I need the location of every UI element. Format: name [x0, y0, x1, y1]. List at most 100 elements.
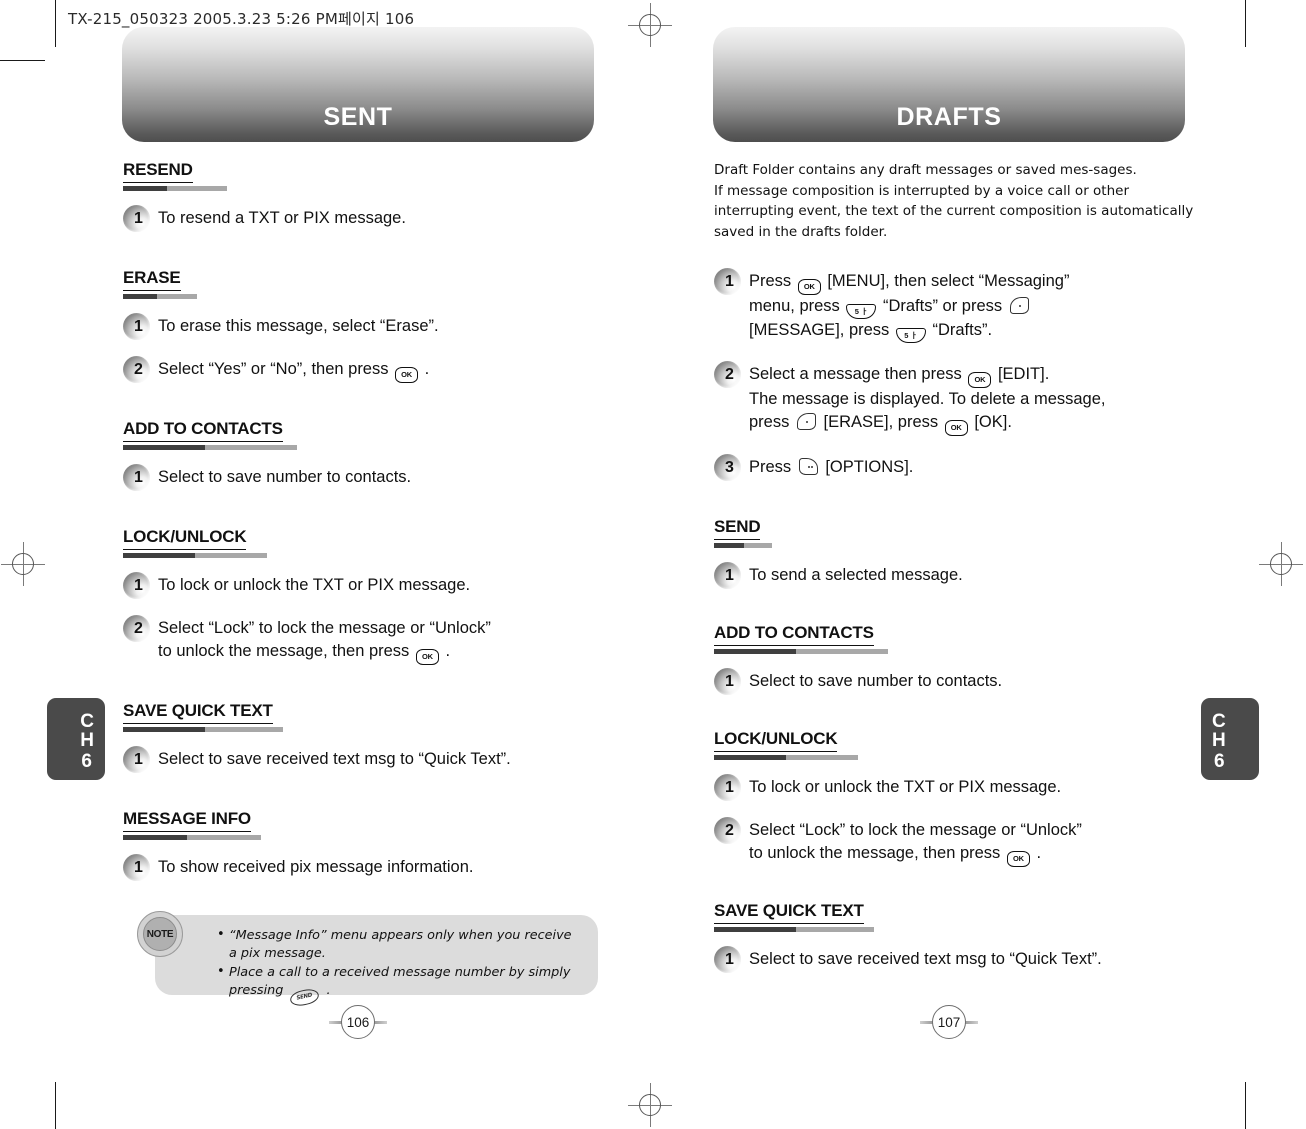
step-text: To show received pix message information… [158, 858, 474, 876]
left-soft-key-icon [796, 413, 816, 430]
section-title: SAVE QUICK TEXT [123, 701, 273, 724]
crop-mark-top-right-vertical [1245, 0, 1247, 47]
note-list: “Message Info” menu appears only when yo… [155, 915, 598, 1019]
step-text: Select to save received text msg to “Qui… [158, 750, 511, 768]
banner-sent-title: SENT [323, 103, 393, 131]
step-number-badge: 1 [122, 853, 151, 882]
crop-mark-bottom-right-vertical [1245, 1082, 1247, 1129]
number-5-key-icon: 5 ㅏ [846, 304, 877, 319]
instruction-step: 2 Select “Lock” to lock the message or “U… [713, 816, 1214, 867]
step-text: Select to save received text msg to “Qui… [749, 950, 1102, 968]
right-page-content: Draft Folder contains any draft messages… [713, 160, 1214, 974]
instruction-step: 1 To lock or unlock the TXT or PIX messag… [713, 773, 1214, 802]
step-number: 1 [134, 577, 143, 594]
step-text: To lock or unlock the TXT or PIX message… [749, 778, 1062, 796]
section-rule [123, 294, 613, 299]
registration-mark-top-center [628, 3, 672, 47]
section-title: ERASE [123, 268, 181, 291]
instruction-step: 1 Press OK [MENU], then select “Messaging… [713, 267, 1214, 343]
chapter-tab-right-label: C H [1212, 711, 1226, 751]
step-number-badge: 2 [122, 614, 151, 643]
section-rule [714, 755, 1214, 760]
chapter-tab-left-number: 6 [81, 751, 92, 772]
registration-mark-left-center [1, 542, 45, 586]
step-text: To resend a TXT or PIX message. [158, 209, 406, 227]
section-title: ADD TO CONTACTS [123, 419, 283, 442]
step-text: Select to save number to contacts. [158, 468, 412, 486]
step-number: 1 [134, 318, 143, 335]
ok-key-icon: OK [395, 367, 419, 383]
right-soft-key-icon [798, 458, 818, 475]
ok-key-icon: OK [415, 649, 439, 665]
step-text: Press OK [MENU], then select “Messaging”… [749, 268, 1069, 343]
manual-section: LOCK/UNLOCK 1 To lock or unlock the TXT or… [713, 729, 1214, 867]
step-number: 2 [134, 620, 143, 637]
crop-mark-bottom-left-vertical [55, 1082, 57, 1129]
step-number: 2 [725, 366, 734, 383]
registration-mark-bottom-center [628, 1083, 672, 1127]
manual-section: MESSAGE INFO 1 To show received pix messag… [122, 809, 613, 882]
step-number-badge: 1 [122, 463, 151, 492]
drafts-intro-paragraph: Draft Folder contains any draft messages… [714, 162, 1194, 240]
step-number: 1 [134, 859, 143, 876]
note-icon-label: NOTE [146, 928, 174, 940]
step-number-badge: 1 [122, 571, 151, 600]
step-number-badge: 1 [713, 267, 742, 296]
manual-section: ADD TO CONTACTS 1 Select to save number to… [122, 419, 613, 492]
instruction-step: 2 Select a message then press OK [EDIT]. T… [713, 360, 1214, 436]
banner-drafts-title: DRAFTS [896, 103, 1002, 131]
step-text: Select to save number to contacts. [749, 672, 1003, 690]
manual-page-spread: TX-215_050323 2005.3.23 5:26 PM페이지 106 C… [0, 0, 1306, 1129]
section-title: MESSAGE INFO [123, 809, 251, 832]
section-rule [714, 649, 1214, 654]
step-number: 2 [134, 361, 143, 378]
step-text: Select “Yes” or “No”, then press OK . [158, 356, 429, 383]
page-number-right-value: 107 [932, 1005, 966, 1039]
ok-key-icon: OK [797, 279, 821, 295]
number-5-key-icon: 5 ㅏ [895, 328, 926, 343]
step-number-badge: 1 [122, 745, 151, 774]
instruction-step: 1 Select to save number to contacts. [713, 667, 1214, 696]
print-file-stamp: TX-215_050323 2005.3.23 5:26 PM페이지 106 [68, 10, 415, 28]
section-rule [714, 927, 1214, 932]
step-number-badge: 2 [713, 360, 742, 389]
manual-section: SAVE QUICK TEXT 1 Select to save received … [122, 701, 613, 774]
step-text: Select “Lock” to lock the message or “Un… [749, 817, 1082, 867]
section-rule [123, 835, 613, 840]
step-text: To lock or unlock the TXT or PIX message… [158, 576, 471, 594]
page-number-right-wing [374, 1020, 387, 1024]
section-title: LOCK/UNLOCK [123, 527, 247, 550]
chapter-tab-right-number: 6 [1214, 751, 1225, 772]
page-number-left-value: 106 [341, 1005, 375, 1039]
step-number: 1 [134, 210, 143, 227]
step-number: 2 [725, 822, 734, 839]
step-number: 1 [134, 469, 143, 486]
step-number-badge: 1 [122, 204, 151, 233]
step-number-badge: 1 [713, 773, 742, 802]
crop-mark-top-left-vertical [55, 0, 57, 47]
manual-section: ADD TO CONTACTS 1 Select to save number to… [713, 623, 1214, 696]
manual-section: SEND 1 To send a selected message. [713, 517, 1214, 590]
instruction-step: 1 To send a selected message. [713, 561, 1214, 590]
instruction-step: 1 Select to save number to contacts. [122, 463, 613, 492]
step-number-badge: 2 [713, 816, 742, 845]
ok-key-icon: OK [968, 372, 992, 388]
step-number-badge: 3 [713, 453, 742, 482]
step-number-badge: 1 [713, 561, 742, 590]
instruction-step: 1 Select to save received text msg to “Qu… [122, 745, 613, 774]
section-rule [123, 186, 613, 191]
step-number: 1 [134, 751, 143, 768]
instruction-step: 2 Select “Lock” to lock the message or “U… [122, 614, 613, 665]
crop-mark-top-left-horizontal [0, 60, 45, 62]
step-number: 1 [725, 779, 734, 796]
note-box: “Message Info” menu appears only when yo… [155, 915, 598, 1008]
section-title: RESEND [123, 160, 193, 183]
instruction-step: 3 Press [OPTIONS]. [713, 453, 1214, 482]
step-number: 1 [725, 951, 734, 968]
instruction-step: 1 To lock or unlock the TXT or PIX messag… [122, 571, 613, 600]
left-page-content: RESEND 1 To resend a TXT or PIX message. ER… [122, 160, 613, 882]
note-item: Place a call to a received message numbe… [217, 963, 582, 1008]
page-number-left: 106 [329, 1005, 387, 1039]
section-rule [123, 445, 613, 450]
section-rule [123, 727, 613, 732]
